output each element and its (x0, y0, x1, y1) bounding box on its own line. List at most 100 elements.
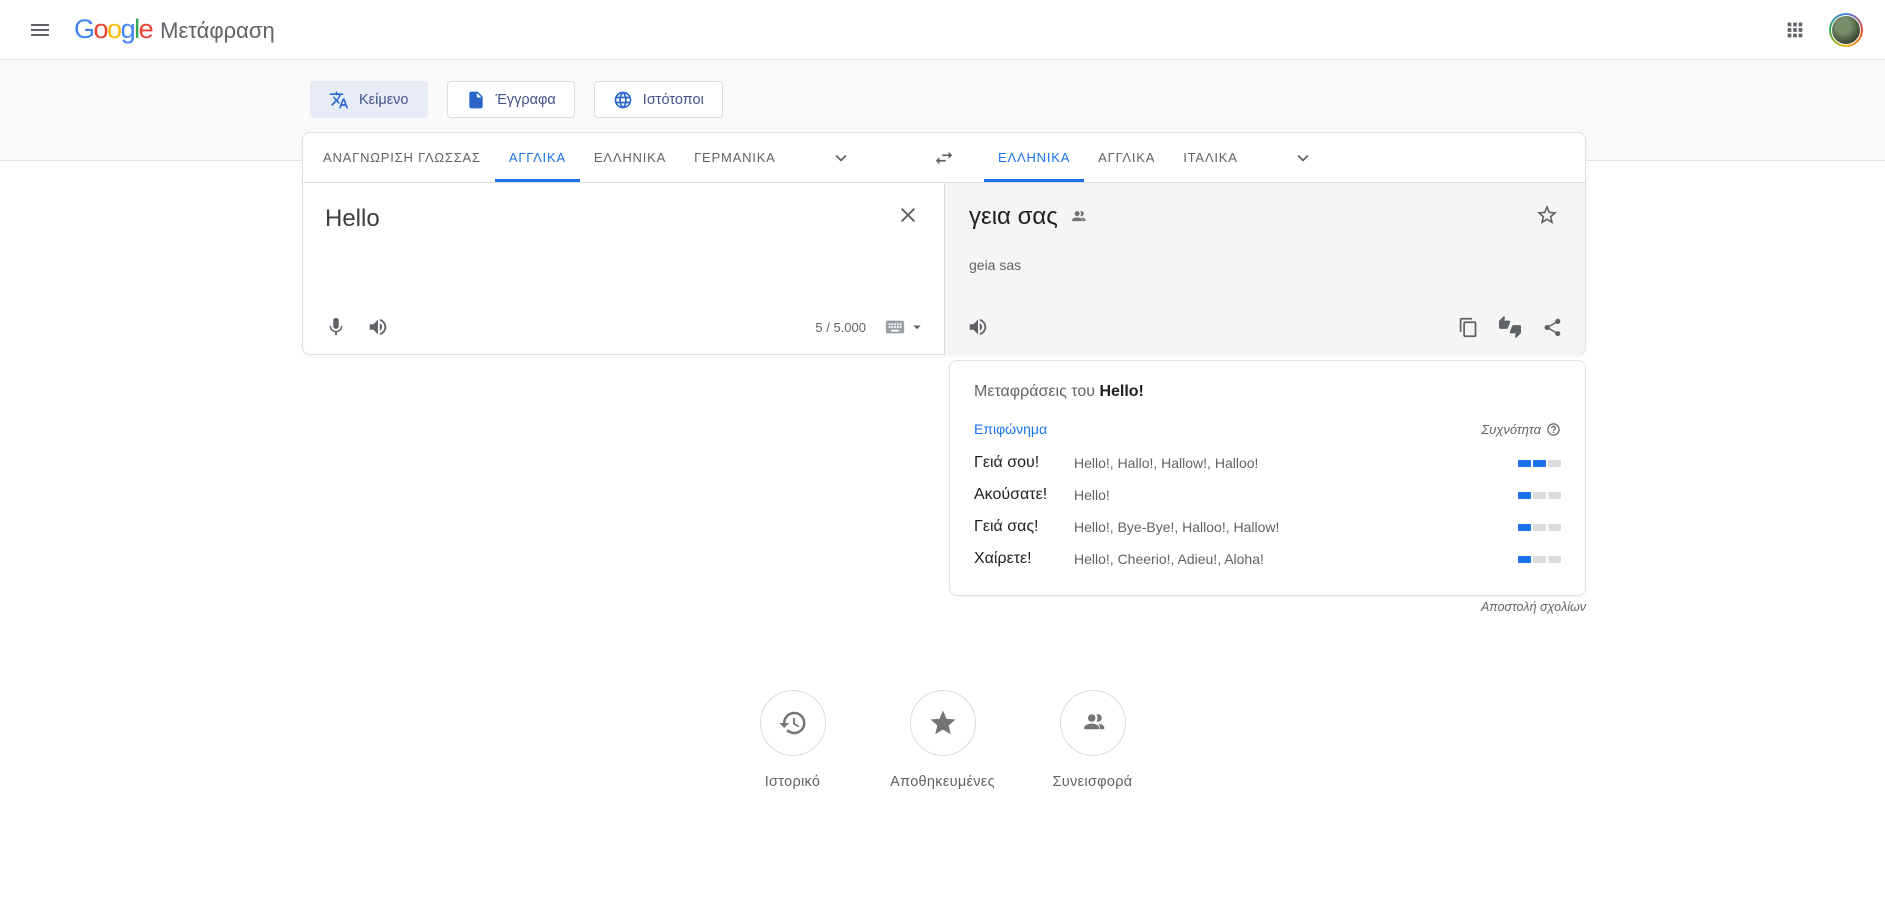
share-icon (1542, 317, 1563, 338)
mode-tab-documents[interactable]: Έγγραφα (447, 81, 575, 118)
voice-input-button[interactable] (315, 307, 357, 347)
source-toolbar: 5 / 5.000 (303, 305, 944, 349)
alternative-translation[interactable]: Γειά σου! (974, 454, 1062, 472)
document-icon (466, 90, 486, 110)
frequency-segment (1533, 492, 1546, 499)
star-icon (928, 708, 958, 738)
part-of-speech-link[interactable]: Επιφώνημα (974, 421, 1047, 437)
mode-tab-text[interactable]: Κείμενο (310, 81, 428, 118)
people-icon (1078, 708, 1108, 738)
copy-translation-button[interactable] (1447, 307, 1489, 347)
frequency-bar (1518, 492, 1561, 499)
apps-grid-button[interactable] (1775, 10, 1815, 50)
google-logo[interactable]: Google Μετάφραση (74, 14, 275, 45)
menu-button[interactable] (20, 10, 60, 50)
chevron-down-icon (830, 147, 852, 169)
back-translations: Hello!, Bye-Bye!, Halloo!, Hallow! (1062, 519, 1518, 535)
target-language-tabs: ΕΛΛΗΝΙΚΑ ΑΓΓΛΙΚΑ ΙΤΑΛΙΚΑ (944, 133, 1585, 182)
back-translations: Hello! (1062, 487, 1518, 503)
more-source-languages-button[interactable] (820, 133, 862, 182)
avatar-photo (1831, 15, 1861, 45)
google-translate-page: Google Μετάφραση Κείμενο (0, 0, 1885, 916)
share-translation-button[interactable] (1531, 307, 1573, 347)
alternative-translation[interactable]: Ακούσατε! (974, 486, 1062, 504)
mode-tab-label: Έγγραφα (496, 92, 556, 108)
contribute-circle-button[interactable] (1060, 690, 1126, 756)
frequency-segment (1518, 492, 1531, 499)
frequency-segment (1533, 556, 1546, 563)
rate-translation-button[interactable] (1489, 307, 1531, 347)
queried-word: Hello! (1099, 383, 1143, 400)
send-feedback-link[interactable]: Αποστολή σχολίων (949, 600, 1586, 614)
swap-arrows-icon (933, 147, 955, 169)
back-translations: Hello!, Hallo!, Hallow!, Halloo! (1062, 455, 1518, 471)
speaker-icon (967, 316, 989, 338)
speaker-icon (367, 316, 389, 338)
app-header: Google Μετάφραση (0, 0, 1885, 60)
source-language-tabs: ΑΝΑΓΝΩΡΙΣΗ ΓΛΩΣΣΑΣ ΑΓΓΛΙΚΑ ΕΛΛΗΝΙΚΑ ΓΕΡΜ… (303, 133, 944, 182)
alternative-translation[interactable]: Γειά σας! (974, 518, 1062, 536)
lang-tab-english-target[interactable]: ΑΓΓΛΙΚΑ (1084, 133, 1169, 182)
frequency-segment (1518, 556, 1531, 563)
community-verified-icon[interactable] (1068, 207, 1088, 227)
save-translation-button[interactable] (1527, 195, 1567, 235)
google-logo-letters: Google (74, 14, 152, 45)
copy-icon (1458, 317, 1479, 338)
translate-card: ΑΝΑΓΝΩΡΙΣΗ ΓΛΩΣΣΑΣ ΑΓΓΛΙΚΑ ΕΛΛΗΝΙΚΑ ΓΕΡΜ… (302, 132, 1586, 355)
virtual-keyboard-button[interactable] (878, 316, 932, 338)
globe-icon (613, 90, 633, 110)
frequency-bar (1518, 556, 1561, 563)
chevron-down-icon (1292, 147, 1314, 169)
frequency-bar (1518, 524, 1561, 531)
lang-tab-italian-target[interactable]: ΙΤΑΛΙΚΑ (1169, 133, 1252, 182)
contribute-shortcut[interactable]: Συνεισφορά (1018, 690, 1168, 790)
translation-row: Χαίρετε! Hello!, Cheerio!, Adieu!, Aloha… (974, 543, 1561, 575)
translation-panel: γεια σας geia sas (944, 183, 1585, 355)
shortcuts-row: Ιστορικό Αποθηκευμένες Συνεισφορά (0, 690, 1885, 790)
lang-tab-english-source[interactable]: ΑΓΓΛΙΚΑ (495, 133, 580, 182)
more-target-languages-button[interactable] (1282, 133, 1324, 182)
help-icon[interactable] (1546, 422, 1561, 437)
hamburger-icon (28, 18, 52, 42)
saved-circle-button[interactable] (910, 690, 976, 756)
mode-tab-websites[interactable]: Ιστότοποι (594, 81, 723, 118)
lang-tab-greek-source[interactable]: ΕΛΛΗΝΙΚΑ (580, 133, 680, 182)
dropdown-arrow-icon (908, 318, 926, 336)
history-shortcut[interactable]: Ιστορικό (718, 690, 868, 790)
source-text-panel: Hello (303, 183, 944, 355)
lang-tab-german-source[interactable]: ΓΕΡΜΑΝΙΚΑ (680, 133, 790, 182)
lang-tab-detect[interactable]: ΑΝΑΓΝΩΡΙΣΗ ΓΛΩΣΣΑΣ (309, 133, 495, 182)
saved-shortcut[interactable]: Αποθηκευμένες (868, 690, 1018, 790)
keyboard-icon (884, 316, 906, 338)
frequency-segment (1548, 524, 1561, 531)
translation-row: Γειά σας! Hello!, Bye-Bye!, Halloo!, Hal… (974, 511, 1561, 543)
listen-translation-button[interactable] (957, 307, 999, 347)
frequency-segment (1518, 524, 1531, 531)
listen-source-button[interactable] (357, 307, 399, 347)
mode-tab-label: Κείμενο (359, 92, 409, 108)
frequency-segment (1548, 460, 1561, 467)
microphone-icon (325, 316, 347, 338)
language-bar: ΑΝΑΓΝΩΡΙΣΗ ΓΛΩΣΣΑΣ ΑΓΓΛΙΚΑ ΕΛΛΗΝΙΚΑ ΓΕΡΜ… (303, 133, 1585, 183)
close-icon (896, 203, 920, 227)
lang-tab-greek-target[interactable]: ΕΛΛΗΝΙΚΑ (984, 133, 1084, 182)
translations-title: Μεταφράσεις του Hello! (974, 383, 1561, 401)
translation-text: γεια σας (969, 203, 1058, 231)
frequency-bar (1518, 460, 1561, 467)
history-circle-button[interactable] (760, 690, 826, 756)
back-translations: Hello!, Cheerio!, Adieu!, Aloha! (1062, 551, 1518, 567)
frequency-segment (1548, 492, 1561, 499)
apps-grid-icon (1784, 19, 1806, 41)
alternative-translation[interactable]: Χαίρετε! (974, 550, 1062, 568)
shortcut-label: Αποθηκευμένες (890, 774, 995, 790)
star-outline-icon (1535, 203, 1559, 227)
avatar-ring (1829, 13, 1863, 47)
shortcut-label: Συνεισφορά (1053, 774, 1133, 790)
clear-source-button[interactable] (888, 195, 928, 235)
product-name: Μετάφραση (160, 18, 275, 44)
avatar[interactable] (1829, 13, 1863, 47)
translation-toolbar (945, 305, 1585, 349)
frequency-header: Συχνότητα (1481, 422, 1561, 437)
source-text-input[interactable]: Hello (303, 183, 944, 235)
swap-languages-button[interactable] (922, 138, 966, 178)
